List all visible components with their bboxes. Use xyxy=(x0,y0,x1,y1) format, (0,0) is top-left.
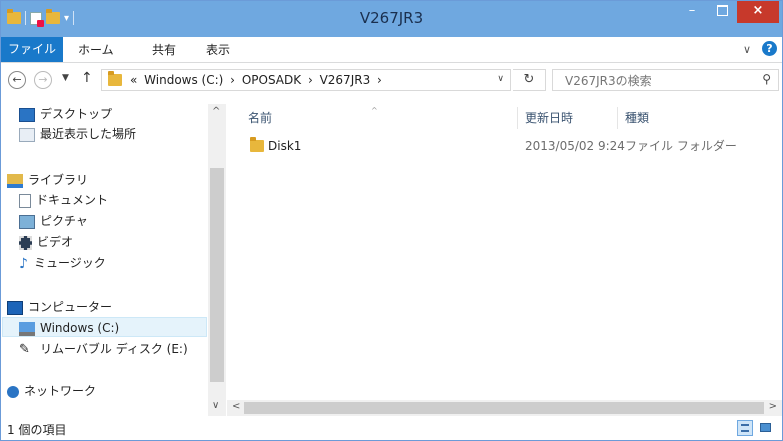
libraries-icon xyxy=(7,173,23,188)
videos-icon xyxy=(19,235,32,250)
file-row[interactable]: Disk1 2013/05/02 9:24 ファイル フォルダー xyxy=(248,135,778,157)
refresh-button[interactable]: ↻ xyxy=(513,69,546,91)
tab-file[interactable]: ファイル xyxy=(1,37,63,62)
sidebar-item-label: Windows (C:) xyxy=(40,321,120,335)
breadcrumb-item-drive[interactable]: Windows (C:) xyxy=(144,73,223,87)
up-button[interactable]: ↑ xyxy=(81,70,93,86)
file-name: Disk1 xyxy=(268,139,302,153)
scroll-down-icon[interactable]: ∨ xyxy=(212,400,219,411)
column-header-type[interactable]: 種類 xyxy=(625,107,649,129)
explorer-window: ▾ V267JR3 – × ファイル ホーム 共有 表示 ∨ ? ← → ▼ ↑… xyxy=(0,0,783,441)
sidebar-item-label: リムーバブル ディスク (E:) xyxy=(40,342,188,356)
search-icon[interactable]: ⚲ xyxy=(762,72,771,86)
pictures-icon xyxy=(19,214,35,229)
breadcrumb-item-current[interactable]: V267JR3 xyxy=(320,73,371,87)
scroll-left-icon[interactable]: < xyxy=(232,401,240,412)
breadcrumb-separator[interactable]: › xyxy=(308,73,313,87)
sidebar-item-videos[interactable]: ビデオ xyxy=(19,232,73,252)
sidebar-item-label: ネットワーク xyxy=(24,384,97,398)
recent-places-icon xyxy=(19,127,35,142)
column-divider[interactable] xyxy=(617,107,618,129)
column-header-date[interactable]: 更新日時 xyxy=(525,107,573,129)
tab-share[interactable]: 共有 xyxy=(152,41,176,58)
tab-home[interactable]: ホーム xyxy=(78,41,114,58)
title-bar[interactable]: ▾ V267JR3 – × xyxy=(1,1,782,37)
scroll-thumb[interactable] xyxy=(210,168,224,382)
drive-icon xyxy=(19,321,35,336)
sidebar-item-label: コンピューター xyxy=(28,300,113,314)
window-title: V267JR3 xyxy=(359,9,424,27)
file-type: ファイル フォルダー xyxy=(625,139,737,153)
scroll-up-icon[interactable]: ^ xyxy=(212,106,220,117)
desktop-icon xyxy=(19,107,35,122)
navigation-pane: デスクトップ 最近表示した場所 ライブラリ ドキュメント ピクチャ ビデオ ♪ ミ… xyxy=(1,104,226,416)
breadcrumb-overflow[interactable]: « xyxy=(130,73,137,87)
address-row: ← → ▼ ↑ « Windows (C:) › OPOSADK › V267J… xyxy=(1,63,782,98)
sidebar-item-pictures[interactable]: ピクチャ xyxy=(19,211,88,231)
sidebar-item-computer[interactable]: コンピューター xyxy=(7,297,112,317)
sidebar-item-documents[interactable]: ドキュメント xyxy=(19,190,108,210)
sidebar-item-removable-disk[interactable]: ✎ リムーバブル ディスク (E:) xyxy=(19,339,188,359)
column-divider[interactable] xyxy=(517,107,518,129)
maximize-icon xyxy=(716,5,728,16)
sidebar-item-label: ライブラリ xyxy=(28,173,89,187)
file-list-horizontal-scrollbar[interactable]: < > xyxy=(227,400,782,416)
sidebar-item-music[interactable]: ♪ ミュージック xyxy=(19,253,106,273)
sidebar-item-network[interactable]: ネットワーク xyxy=(7,381,96,401)
breadcrumb: « Windows (C:) › OPOSADK › V267JR3 › xyxy=(130,73,385,87)
sort-arrow-icon: ^ xyxy=(371,106,378,115)
sidebar-item-label: ビデオ xyxy=(37,235,74,249)
sidebar-item-label: デスクトップ xyxy=(40,107,113,121)
breadcrumb-separator[interactable]: › xyxy=(230,73,235,87)
sidebar-item-desktop[interactable]: デスクトップ xyxy=(19,104,112,124)
search-box[interactable]: ⚲ xyxy=(552,69,779,91)
details-view-icon[interactable] xyxy=(737,420,753,436)
status-bar: 1 個の項目 xyxy=(1,416,782,440)
close-button[interactable]: × xyxy=(737,1,779,23)
scroll-thumb[interactable] xyxy=(244,402,764,414)
file-date: 2013/05/02 9:24 xyxy=(525,139,625,153)
breadcrumb-item-oposadk[interactable]: OPOSADK xyxy=(242,73,301,87)
scroll-right-icon[interactable]: > xyxy=(769,401,777,412)
sidebar-item-label: ドキュメント xyxy=(36,193,109,207)
folder-icon xyxy=(250,137,264,152)
documents-icon xyxy=(19,193,31,208)
tab-view[interactable]: 表示 xyxy=(206,41,230,58)
file-list: ^ 名前 更新日時 種類 Disk1 2013/05/02 9:24 ファイル … xyxy=(227,104,782,400)
help-icon[interactable]: ? xyxy=(762,41,777,56)
expand-ribbon-icon[interactable]: ∨ xyxy=(743,43,751,56)
recent-locations-icon[interactable]: ▼ xyxy=(62,73,69,83)
sidebar-item-label: ミュージック xyxy=(34,256,106,270)
minimize-button[interactable]: – xyxy=(677,1,707,23)
search-input[interactable] xyxy=(563,72,747,90)
column-header-name[interactable]: 名前 xyxy=(248,107,272,129)
item-count: 1 個の項目 xyxy=(7,423,67,437)
breadcrumb-separator[interactable]: › xyxy=(377,73,382,87)
sidebar-item-label: 最近表示した場所 xyxy=(40,127,137,141)
sidebar-item-label: ピクチャ xyxy=(40,214,88,228)
large-icons-view-icon[interactable] xyxy=(758,420,774,436)
sidebar-item-recent-places[interactable]: 最近表示した場所 xyxy=(19,124,136,144)
folder-icon xyxy=(108,71,122,86)
ribbon-tabs: ファイル ホーム 共有 表示 ∨ ? xyxy=(1,37,782,63)
computer-icon xyxy=(7,300,23,315)
back-button[interactable]: ← xyxy=(8,71,26,89)
forward-button[interactable]: → xyxy=(34,71,52,89)
maximize-button[interactable] xyxy=(707,1,737,23)
address-dropdown-icon[interactable]: ∨ xyxy=(497,74,504,84)
nav-vertical-scrollbar[interactable]: ^ ∨ xyxy=(208,104,226,416)
network-icon xyxy=(7,385,19,398)
removable-disk-icon: ✎ xyxy=(19,341,30,357)
address-bar[interactable]: « Windows (C:) › OPOSADK › V267JR3 › ∨ xyxy=(101,69,511,91)
sidebar-item-windows-c[interactable]: Windows (C:) xyxy=(2,317,207,337)
music-icon: ♪ xyxy=(19,255,28,272)
sidebar-item-libraries[interactable]: ライブラリ xyxy=(7,170,88,190)
